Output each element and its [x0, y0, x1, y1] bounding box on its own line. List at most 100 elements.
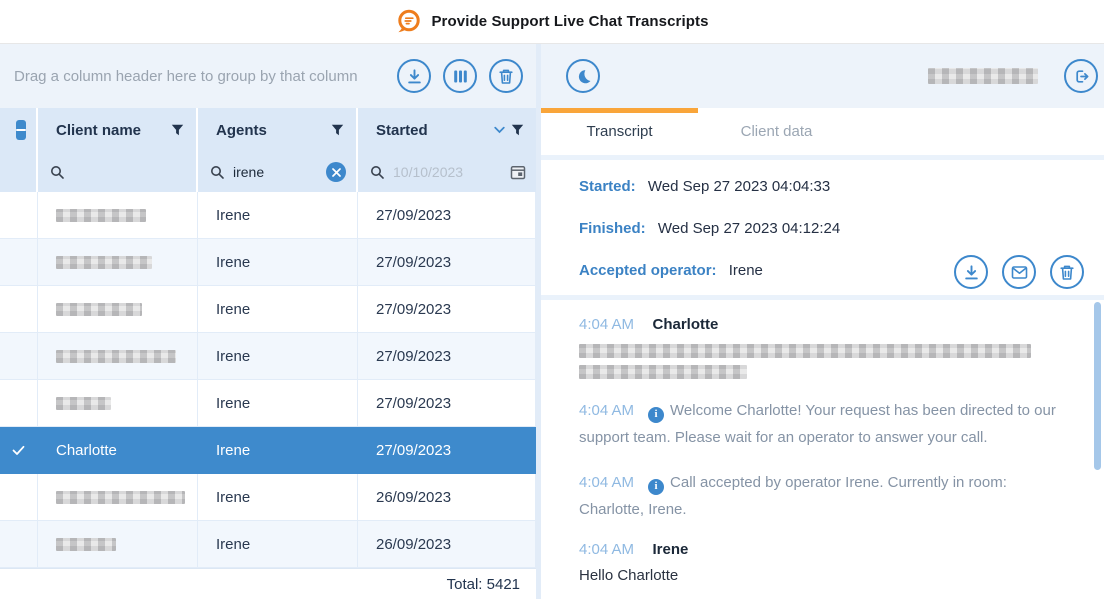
agent-cell[interactable]: Irene [198, 521, 358, 568]
search-icon [210, 165, 225, 180]
transcript-meta: Started: Wed Sep 27 2023 04:04:33 Finish… [541, 160, 1104, 295]
delete-transcripts-button[interactable] [489, 59, 523, 93]
redacted-message-body [579, 344, 1060, 379]
client-name-cell[interactable] [38, 333, 198, 380]
accepted-operator-label: Accepted operator: [579, 262, 717, 279]
started-line: Started: Wed Sep 27 2023 04:04:33 [579, 174, 1084, 200]
column-header-started[interactable]: Started [358, 108, 536, 152]
client-name-cell[interactable] [38, 521, 198, 568]
table-row[interactable]: Irene 27/09/2023 [0, 286, 536, 333]
table-row[interactable]: Irene 26/09/2023 [0, 521, 536, 568]
download-transcript-button[interactable] [954, 255, 988, 289]
client-name-cell[interactable]: Charlotte [38, 427, 198, 474]
row-select-cell[interactable] [0, 427, 38, 474]
table-row[interactable]: Irene 27/09/2023 [0, 192, 536, 239]
grid-filter-row [0, 152, 536, 192]
row-select-cell[interactable] [0, 192, 38, 239]
agent-cell[interactable]: Irene [198, 333, 358, 380]
client-name-cell[interactable] [38, 286, 198, 333]
transcript-tabbar: Transcript Client data [541, 108, 1104, 160]
table-row[interactable]: Irene 27/09/2023 [0, 333, 536, 380]
agents-filter-input[interactable] [233, 164, 318, 180]
indeterminate-checkbox-icon [16, 120, 26, 140]
total-count: Total: 5421 [447, 576, 520, 593]
finished-value: Wed Sep 27 2023 04:12:24 [658, 220, 840, 237]
started-cell[interactable]: 27/09/2023 [358, 286, 536, 333]
transcript-panel: Transcript Client data Started: Wed Sep … [541, 44, 1104, 599]
client-name-cell[interactable] [38, 239, 198, 286]
started-cell[interactable]: 27/09/2023 [358, 427, 536, 474]
started-cell[interactable]: 26/09/2023 [358, 521, 536, 568]
column-chooser-button[interactable] [443, 59, 477, 93]
agent-cell[interactable]: Irene [198, 427, 358, 474]
row-select-cell[interactable] [0, 239, 38, 286]
client-name-cell[interactable] [38, 380, 198, 427]
calendar-icon[interactable] [510, 164, 526, 180]
chat-message: 4:04 AM Charlotte [579, 316, 1060, 379]
column-header-agents[interactable]: Agents [198, 108, 358, 152]
system-message: 4:04 AMWelcome Charlotte! Your request h… [579, 397, 1060, 451]
started-cell[interactable]: 27/09/2023 [358, 239, 536, 286]
filter-funnel-icon[interactable] [511, 124, 524, 136]
transcript-actions [954, 255, 1084, 289]
row-select-cell[interactable] [0, 380, 38, 427]
table-row[interactable]: Irene 27/09/2023 [0, 239, 536, 286]
started-cell[interactable]: 27/09/2023 [358, 192, 536, 239]
started-cell[interactable]: 27/09/2023 [358, 333, 536, 380]
agent-cell[interactable]: Irene [198, 474, 358, 521]
clear-filter-icon[interactable] [326, 162, 346, 182]
table-row[interactable]: Irene 26/09/2023 [0, 474, 536, 521]
message-time: 4:04 AM [579, 541, 634, 558]
select-all-checkbox[interactable] [0, 108, 38, 152]
agent-cell[interactable]: Irene [198, 380, 358, 427]
tab-transcript[interactable]: Transcript [541, 108, 698, 155]
agent-cell[interactable]: Irene [198, 286, 358, 333]
started-date-filter-input[interactable] [393, 164, 502, 180]
table-row[interactable]: Irene 27/09/2023 [0, 380, 536, 427]
filter-funnel-icon[interactable] [331, 124, 344, 136]
started-filter-cell [358, 152, 536, 192]
scrollbar-thumb[interactable] [1094, 302, 1101, 470]
app-header: Provide Support Live Chat Transcripts [0, 0, 1104, 44]
message-author: Irene [653, 541, 689, 558]
chat-message: 4:04 AM Irene Hello Charlotte [579, 541, 1060, 589]
system-message-text: Call accepted by operator Irene. Current… [579, 474, 1007, 518]
redacted-user-email [928, 68, 1038, 84]
tab-client-data[interactable]: Client data [698, 108, 855, 155]
logout-icon[interactable] [1064, 59, 1098, 93]
delete-transcript-button[interactable] [1050, 255, 1084, 289]
filter-row-spacer [0, 152, 38, 192]
page-title: Provide Support Live Chat Transcripts [431, 13, 708, 30]
search-icon [370, 165, 385, 180]
client-name-cell[interactable] [38, 474, 198, 521]
filter-funnel-icon[interactable] [171, 124, 184, 136]
client-name-filter-input[interactable] [73, 164, 186, 180]
message-time: 4:04 AM [579, 316, 634, 333]
export-download-button[interactable] [397, 59, 431, 93]
agent-cell[interactable]: Irene [198, 239, 358, 286]
started-label: Started: [579, 178, 636, 195]
grid-toolbar: Drag a column header here to group by th… [0, 44, 536, 108]
row-select-cell[interactable] [0, 286, 38, 333]
started-value: Wed Sep 27 2023 04:04:33 [648, 178, 830, 195]
table-row-selected[interactable]: Charlotte Irene 27/09/2023 [0, 427, 536, 474]
main-area: Drag a column header here to group by th… [0, 44, 1104, 599]
column-header-client-name[interactable]: Client name [38, 108, 198, 152]
row-select-cell[interactable] [0, 521, 38, 568]
row-select-cell[interactable] [0, 333, 38, 380]
sort-desc-icon [494, 126, 505, 134]
row-select-cell[interactable] [0, 474, 38, 521]
redacted-client-name [56, 350, 176, 363]
started-cell[interactable]: 26/09/2023 [358, 474, 536, 521]
dark-mode-moon-icon[interactable] [566, 59, 600, 93]
email-transcript-button[interactable] [1002, 255, 1036, 289]
client-name-cell[interactable] [38, 192, 198, 239]
checkmark-icon [12, 445, 25, 456]
started-cell[interactable]: 27/09/2023 [358, 380, 536, 427]
client-name-filter-cell [38, 152, 198, 192]
agent-cell[interactable]: Irene [198, 192, 358, 239]
provide-support-logo-icon [395, 8, 422, 35]
message-time: 4:04 AM [579, 402, 634, 419]
redacted-client-name [56, 209, 146, 222]
grid-header-row: Client name Agents Started [0, 108, 536, 152]
